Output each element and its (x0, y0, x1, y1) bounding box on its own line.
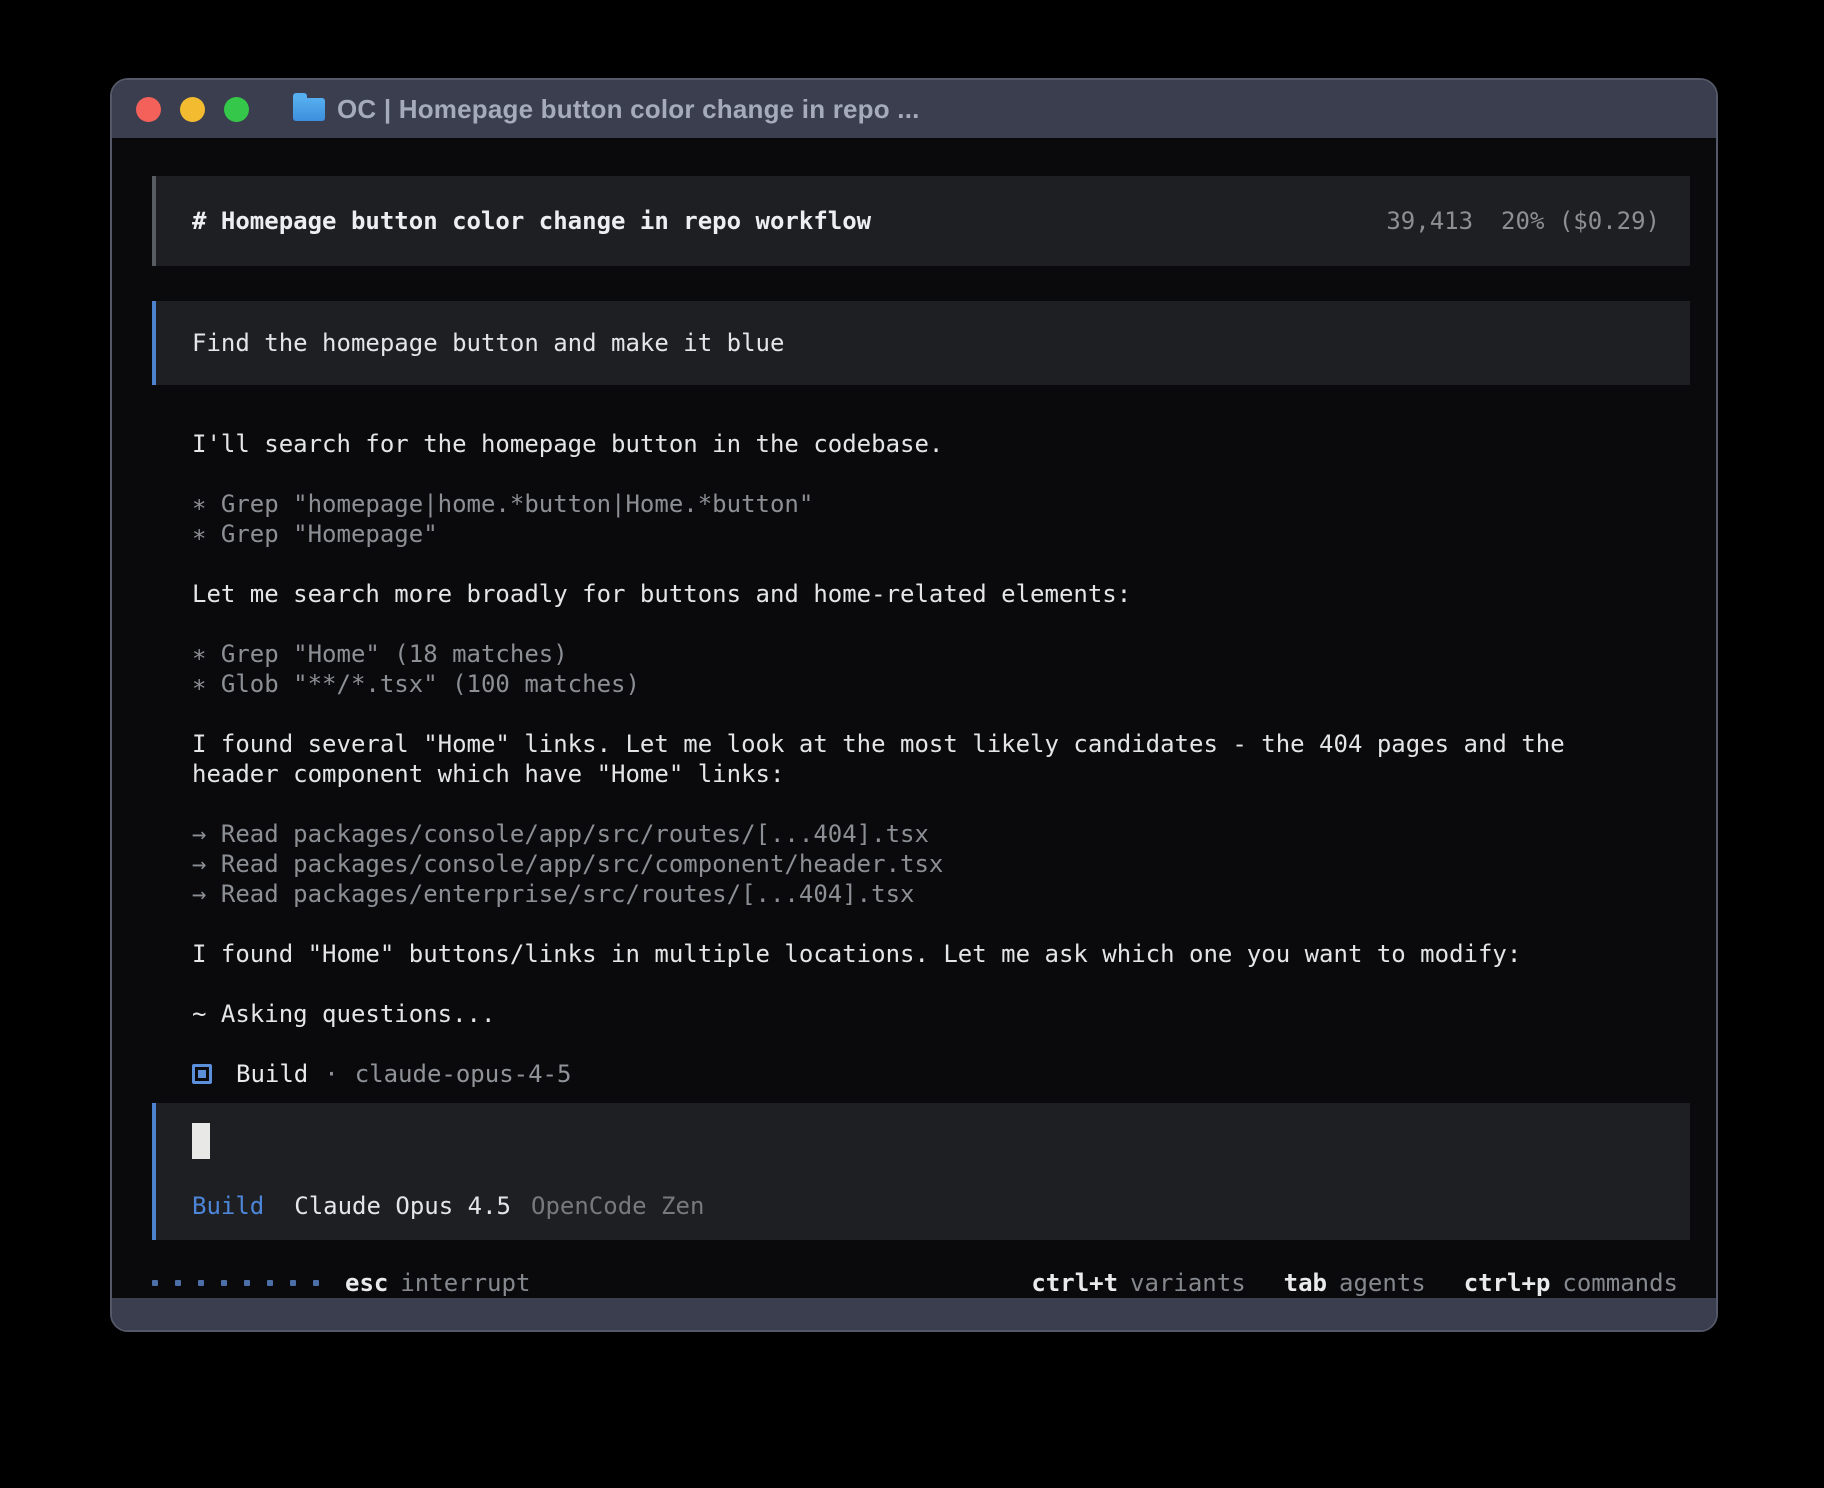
folder-icon (293, 98, 325, 121)
model-name: Claude Opus 4.5 (294, 1191, 511, 1221)
assistant-message: I'll search for the homepage button in t… (152, 429, 1632, 1089)
working-status: ~ Asking questions... (192, 999, 1632, 1029)
tool-call-read: → Read packages/console/app/src/componen… (192, 849, 1632, 879)
window-controls (136, 97, 249, 122)
agent-selector[interactable]: Build (192, 1191, 264, 1221)
variants-label: variants (1130, 1268, 1246, 1298)
context-cost: 20% ($0.29) (1501, 207, 1660, 235)
session-title: # Homepage button color change in repo w… (192, 207, 871, 235)
tool-call-group: → Read packages/console/app/src/routes/[… (192, 819, 1632, 909)
prompt-input[interactable]: Build Claude Opus 4.5 OpenCode Zen (152, 1103, 1690, 1240)
tool-call-read: → Read packages/console/app/src/routes/[… (192, 819, 1632, 849)
tool-call-group: ∗ Grep "Home" (18 matches) ∗ Glob "**/*.… (192, 639, 1632, 699)
assistant-text: Let me search more broadly for buttons a… (192, 579, 1632, 609)
commands-label: commands (1562, 1268, 1678, 1298)
commands-key: ctrl+p (1464, 1268, 1551, 1298)
token-count: 39,413 (1386, 207, 1473, 235)
session-meta: 39,413 20% ($0.29) (1386, 207, 1660, 235)
fullscreen-button[interactable] (224, 97, 249, 122)
assistant-text: I'll search for the homepage button in t… (192, 429, 1632, 459)
assistant-text: I found several "Home" links. Let me loo… (192, 729, 1632, 789)
badge-separator: · (324, 1059, 338, 1089)
agents-key: tab (1284, 1268, 1327, 1298)
status-left: esc interrupt (152, 1268, 530, 1298)
agent-badge: Build · claude-opus-4-5 (192, 1059, 1632, 1089)
input-status-row: Build Claude Opus 4.5 OpenCode Zen (192, 1191, 1660, 1221)
interrupt-label: interrupt (400, 1268, 530, 1298)
agent-square-icon (192, 1064, 212, 1084)
tool-call-group: ∗ Grep "homepage|home.*button|Home.*butt… (192, 489, 1632, 549)
tool-call-grep: ∗ Grep "homepage|home.*button|Home.*butt… (192, 489, 1632, 519)
assistant-text: I found "Home" buttons/links in multiple… (192, 939, 1632, 969)
provider-name: OpenCode Zen (531, 1191, 704, 1221)
window-title: OC | Homepage button color change in rep… (337, 94, 920, 125)
variants-key: ctrl+t (1031, 1268, 1118, 1298)
user-message-text: Find the homepage button and make it blu… (192, 329, 784, 357)
session-header: # Homepage button color change in repo w… (152, 176, 1690, 266)
agents-label: agents (1339, 1268, 1426, 1298)
tool-call-grep: ∗ Grep "Homepage" (192, 519, 1632, 549)
tool-call-read: → Read packages/enterprise/src/routes/[.… (192, 879, 1632, 909)
terminal-window: OC | Homepage button color change in rep… (110, 78, 1718, 1332)
agent-badge-model: claude-opus-4-5 (355, 1059, 572, 1089)
hint-variants: ctrl+t variants (1031, 1268, 1245, 1298)
terminal-content: # Homepage button color change in repo w… (112, 138, 1716, 1298)
tool-call-glob: ∗ Glob "**/*.tsx" (100 matches) (192, 669, 1632, 699)
minimize-button[interactable] (180, 97, 205, 122)
window-bottom-chrome (112, 1298, 1716, 1330)
status-right: ctrl+t variants tab agents ctrl+p comman… (1031, 1268, 1690, 1298)
hint-commands: ctrl+p commands (1464, 1268, 1678, 1298)
window-titlebar[interactable]: OC | Homepage button color change in rep… (112, 80, 1716, 138)
user-message: Find the homepage button and make it blu… (152, 301, 1690, 385)
status-bar: esc interrupt ctrl+t variants tab agents… (152, 1268, 1690, 1298)
spinner-dots (152, 1280, 319, 1286)
text-cursor (192, 1123, 210, 1159)
interrupt-key: esc (345, 1268, 388, 1298)
close-button[interactable] (136, 97, 161, 122)
tool-call-grep: ∗ Grep "Home" (18 matches) (192, 639, 1632, 669)
agent-badge-name: Build (236, 1059, 308, 1089)
hint-agents: tab agents (1284, 1268, 1426, 1298)
